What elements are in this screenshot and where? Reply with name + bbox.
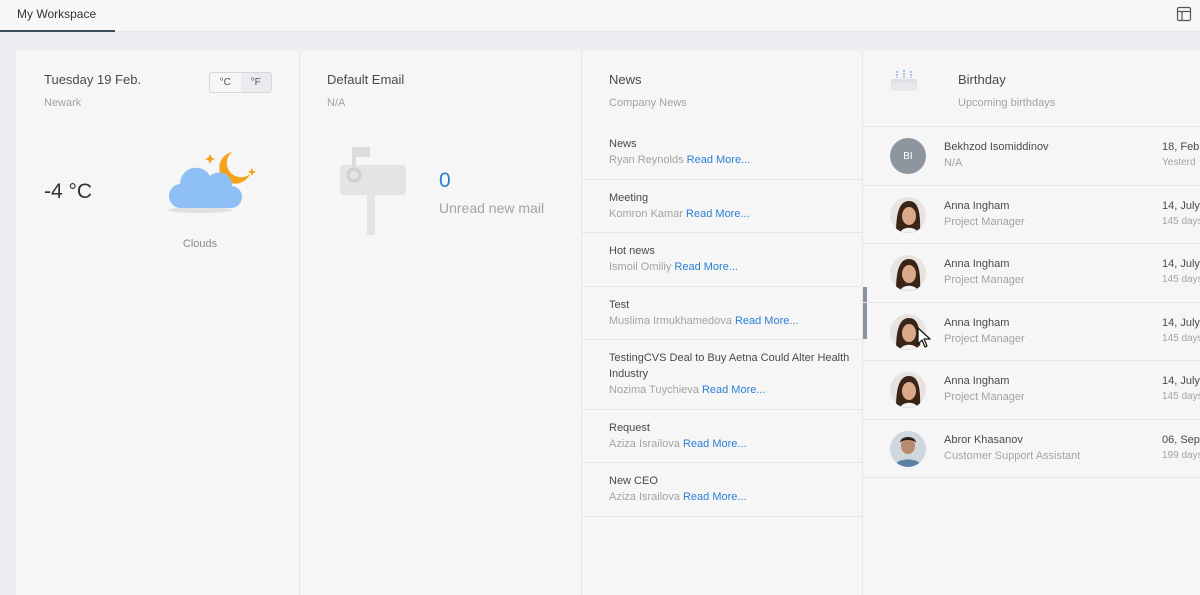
news-item-author: Ismoil Omiliy xyxy=(609,261,672,273)
cake-icon xyxy=(891,70,917,91)
news-item-author: Aziza Israilova xyxy=(609,438,680,450)
news-item-title: Request xyxy=(609,422,650,434)
weather-condition: Clouds xyxy=(182,238,218,250)
tab-my-workspace[interactable]: My Workspace xyxy=(0,0,115,32)
unit-celsius-button[interactable]: °C xyxy=(210,73,241,92)
avatar xyxy=(890,196,926,233)
unread-label: Unread new mail xyxy=(439,200,545,216)
temperature-value: -4 °C xyxy=(44,180,93,203)
news-list: News Ryan Reynolds Read More... Meeting … xyxy=(582,126,867,517)
person-name: Anna Ingham xyxy=(944,199,1010,212)
person-photo-icon xyxy=(890,255,926,291)
person-role: Project Manager xyxy=(944,332,1025,345)
birthday-relative: 145 days xyxy=(1162,391,1200,402)
birthday-relative: 145 days xyxy=(1162,332,1200,344)
news-item-title: News xyxy=(609,138,637,150)
birthday-relative: 145 days xyxy=(1162,274,1200,285)
person-role: Customer Support Assistant xyxy=(944,449,1081,462)
birthday-item[interactable]: Anna Ingham Project Manager 14, July 145… xyxy=(863,186,1200,244)
news-item[interactable]: Hot news Ismoil Omiliy Read More... xyxy=(582,233,863,287)
news-item[interactable]: Meeting Komron Kamar Read More... xyxy=(582,180,863,233)
news-item-author: Nozima Tuychieva xyxy=(609,384,699,396)
birthday-date: 14, July xyxy=(1162,316,1200,329)
birthday-title: Birthday xyxy=(958,72,1006,87)
birthday-item[interactable]: Anna Ingham Project Manager 14, July 145… xyxy=(863,303,1200,361)
birthday-subtitle: Upcoming birthdays xyxy=(958,97,1056,109)
news-item-title: Meeting xyxy=(609,192,649,204)
news-widget: News Company News News Ryan Reynolds Rea… xyxy=(582,51,867,595)
read-more-link[interactable]: Read More... xyxy=(702,384,766,396)
read-more-link[interactable]: Read More... xyxy=(683,438,747,450)
avatar xyxy=(890,372,926,408)
email-title: Default Email xyxy=(327,72,405,87)
birthday-date: 06, Sep xyxy=(1162,433,1200,446)
person-role: Project Manager xyxy=(944,391,1025,403)
workspace-panel: Tuesday 19 Feb. Newark °C °F -4 °C Cloud… xyxy=(16,51,1200,595)
person-role: Project Manager xyxy=(944,215,1025,228)
person-role: N/A xyxy=(944,157,963,169)
birthday-list: BI Bekhzod Isomiddinov N/A 18, Feb Yeste… xyxy=(863,126,1200,478)
read-more-link[interactable]: Read More... xyxy=(687,154,751,166)
weather-date: Tuesday 19 Feb. xyxy=(44,72,142,87)
birthday-date: 14, July xyxy=(1162,199,1200,212)
person-name: Anna Ingham xyxy=(944,258,1010,270)
avatar-initials: BI xyxy=(890,138,926,174)
person-name: Anna Ingham xyxy=(944,375,1010,387)
mailbox-icon xyxy=(340,147,406,235)
person-photo-icon xyxy=(890,430,926,467)
news-item[interactable]: Test Muslima Irmukhamedova Read More... xyxy=(582,287,867,340)
email-account: N/A xyxy=(327,97,346,109)
news-item[interactable]: Request Aziza Israilova Read More... xyxy=(582,410,863,463)
news-item-author: Aziza Israilova xyxy=(609,491,680,503)
email-widget: Default Email N/A 0 Unread new mail xyxy=(300,51,582,595)
avatar xyxy=(890,430,926,467)
birthday-item[interactable]: Anna Ingham Project Manager 14, July 145… xyxy=(863,361,1200,420)
birthday-item[interactable]: Abror Khasanov Customer Support Assistan… xyxy=(863,420,1200,478)
birthday-relative: 199 days xyxy=(1162,449,1200,461)
birthday-date: 14, July xyxy=(1162,375,1200,387)
person-photo-icon xyxy=(890,372,926,408)
unit-fahrenheit-button[interactable]: °F xyxy=(240,73,271,92)
news-title: News xyxy=(609,72,642,87)
unit-toggle[interactable]: °C °F xyxy=(209,72,272,93)
avatar xyxy=(890,255,926,291)
birthday-relative: 145 days xyxy=(1162,215,1200,227)
birthday-item[interactable]: BI Bekhzod Isomiddinov N/A 18, Feb Yeste… xyxy=(863,127,1200,186)
person-name: Anna Ingham xyxy=(944,316,1010,329)
news-item-title: New CEO xyxy=(609,475,658,487)
read-more-link[interactable]: Read More... xyxy=(686,208,750,220)
weather-widget: Tuesday 19 Feb. Newark °C °F -4 °C Cloud… xyxy=(16,51,300,595)
news-item[interactable]: News Ryan Reynolds Read More... xyxy=(582,126,863,180)
news-item-author: Ryan Reynolds xyxy=(609,154,684,166)
news-item-title: Hot news xyxy=(609,245,655,257)
birthday-item[interactable]: Anna Ingham Project Manager 14, July 145… xyxy=(863,244,1200,303)
person-name: Abror Khasanov xyxy=(944,433,1023,446)
cloud-moon-icon xyxy=(168,152,256,213)
top-bar: My Workspace xyxy=(0,0,1200,32)
person-role: Project Manager xyxy=(944,274,1025,286)
read-more-link[interactable]: Read More... xyxy=(674,261,738,273)
mouse-cursor-icon xyxy=(917,327,931,348)
weather-location: Newark xyxy=(44,97,82,109)
news-item-author: Muslima Irmukhamedova xyxy=(609,315,732,327)
birthday-date: 14, July xyxy=(1162,258,1200,270)
birthday-widget: Birthday Upcoming birthdays BI Bekhzod I… xyxy=(863,51,1200,595)
birthday-relative: Yesterd xyxy=(1162,157,1196,168)
news-item-author: Komron Kamar xyxy=(609,208,683,220)
read-more-link[interactable]: Read More... xyxy=(683,491,747,503)
news-item[interactable]: TestingCVS Deal to Buy Aetna Could Alter… xyxy=(582,340,863,410)
news-item-title: TestingCVS Deal to Buy Aetna Could Alter… xyxy=(609,352,850,380)
person-name: Bekhzod Isomiddinov xyxy=(944,141,1049,153)
avatar: BI xyxy=(890,138,926,174)
news-item-title: Test xyxy=(609,299,630,311)
birthday-date: 18, Feb xyxy=(1162,141,1200,153)
layout-icon[interactable] xyxy=(1176,6,1192,22)
news-subtitle: Company News xyxy=(609,97,687,109)
unread-count[interactable]: 0 xyxy=(439,169,451,193)
person-photo-icon xyxy=(890,196,926,233)
news-item[interactable]: New CEO Aziza Israilova Read More... xyxy=(582,463,863,517)
read-more-link[interactable]: Read More... xyxy=(735,315,799,327)
